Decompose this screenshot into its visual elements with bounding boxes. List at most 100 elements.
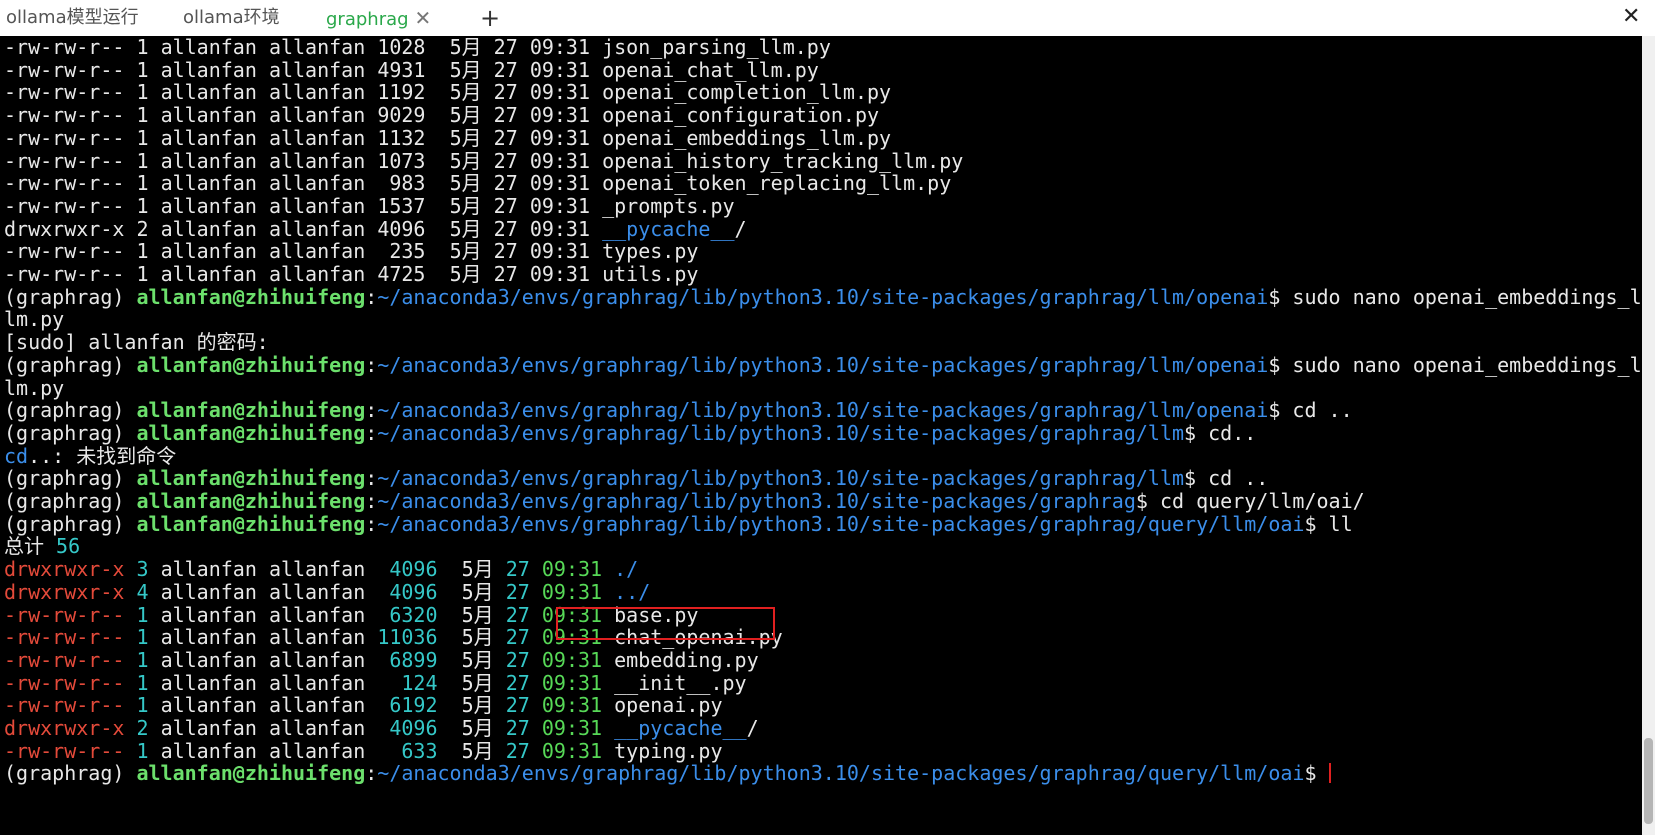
file-time: 09:31 (529, 103, 591, 128)
close-window-icon[interactable]: ✕ (1622, 0, 1640, 34)
file-permissions: -rw-rw-r-- (4, 193, 125, 218)
prompt-path: ~/anaconda3/envs/graphrag/lib/python3.10… (377, 420, 1185, 445)
error-command: cd (4, 443, 29, 468)
file-time: 09:31 (541, 579, 603, 604)
file-size: 1132 (377, 125, 426, 150)
list-item: -rw-rw-r-- 1 allanfan allanfan 124 5月 27… (4, 670, 747, 695)
file-size: 1073 (377, 148, 426, 173)
file-permissions: -rw-rw-r-- (4, 625, 125, 650)
list-item: -rw-rw-r-- 1 allanfan allanfan 4931 5月 2… (4, 57, 819, 82)
file-size: 4096 (377, 579, 438, 604)
file-group: allanfan (268, 579, 366, 604)
prompt-env: (graphrag) (4, 511, 137, 536)
file-name: typing.py (614, 738, 723, 763)
file-day: 27 (493, 216, 518, 241)
file-name: __init__.py (614, 670, 747, 695)
file-name: json_parsing_llm.py (602, 36, 831, 59)
sudo-prompt: [sudo] allanfan 的密码: (4, 331, 269, 354)
file-permissions: -rw-rw-r-- (4, 647, 125, 672)
prompt-colon: : (365, 761, 378, 786)
prompt-env: (graphrag) (4, 398, 137, 423)
file-group: allanfan (268, 557, 366, 582)
tab-ollama-run[interactable]: ollama模型运行 (6, 0, 139, 36)
file-owner: allanfan (160, 239, 257, 264)
file-day: 27 (493, 125, 518, 150)
list-item: -rw-rw-r-- 1 allanfan allanfan 9029 5月 2… (4, 104, 879, 127)
file-day: 27 (505, 716, 530, 740)
file-size: 4725 (377, 262, 426, 286)
file-day: 27 (493, 193, 518, 218)
scrollbar[interactable] (1642, 36, 1655, 835)
file-group: allanfan (268, 36, 366, 59)
file-size: 9029 (377, 103, 426, 128)
file-name: openai_configuration.py (602, 103, 880, 128)
file-month: 5月 (449, 239, 482, 264)
file-links: 1 (136, 80, 149, 105)
command-text: lm.py (4, 375, 65, 400)
command-line: (graphrag) allanfan@zhihuifeng:~/anacond… (4, 490, 1365, 513)
file-group: allanfan (268, 103, 366, 128)
file-day: 27 (505, 647, 530, 672)
total-label: 总计 (4, 534, 44, 559)
prompt-path: ~/anaconda3/envs/graphrag/lib/python3.10… (377, 352, 1269, 377)
list-item: -rw-rw-r-- 1 allanfan allanfan 1028 5月 2… (4, 36, 831, 59)
prompt-user: allanfan@zhihuifeng (136, 352, 366, 377)
file-time: 09:31 (529, 125, 591, 150)
list-item: -rw-rw-r-- 1 allanfan allanfan 1537 5月 2… (4, 193, 735, 218)
file-name: openai_completion_llm.py (602, 80, 892, 105)
file-owner: allanfan (160, 36, 257, 59)
file-links: 1 (136, 738, 149, 763)
file-links: 1 (136, 171, 149, 196)
file-name: ./ (614, 557, 639, 582)
command-text: ll (1316, 511, 1353, 536)
file-month: 5月 (461, 693, 494, 718)
tab-ollama-env[interactable]: ollama环境 (183, 0, 280, 36)
file-links: 1 (136, 670, 149, 695)
file-owner: allanfan (160, 125, 257, 150)
file-day: 27 (505, 738, 530, 763)
file-time: 09:31 (541, 738, 603, 763)
file-links: 3 (136, 557, 149, 582)
tab-graphrag[interactable]: graphrag ✕ (326, 0, 431, 36)
file-size: 1192 (377, 80, 426, 105)
highlight-box (556, 607, 775, 640)
file-owner: allanfan (160, 103, 257, 128)
file-permissions: drwxrwxr-x (4, 557, 125, 582)
prompt-path: ~/anaconda3/envs/graphrag/lib/python3.10… (377, 511, 1305, 536)
file-name: openai_embeddings_llm.py (602, 125, 892, 150)
prompt-dollar: $ (1135, 489, 1148, 513)
file-name: embedding.py (614, 647, 759, 672)
file-size: 6899 (377, 647, 438, 672)
file-permissions: -rw-rw-r-- (4, 262, 125, 286)
list-item: -rw-rw-r-- 1 allanfan allanfan 6899 5月 2… (4, 647, 759, 672)
text-cursor (1328, 763, 1331, 784)
file-group: allanfan (268, 670, 366, 695)
file-day: 27 (493, 171, 518, 196)
scrollbar-thumb[interactable] (1644, 738, 1653, 824)
prompt-colon: : (365, 352, 378, 377)
file-size: 1028 (377, 36, 426, 59)
file-month: 5月 (461, 716, 494, 740)
prompt-path: ~/anaconda3/envs/graphrag/lib/python3.10… (377, 398, 1269, 423)
file-time: 09:31 (529, 193, 591, 218)
terminal-output[interactable]: -rw-rw-r-- 1 allanfan allanfan 1028 5月 2… (0, 36, 1642, 835)
command-line: (graphrag) allanfan@zhihuifeng:~/anacond… (4, 285, 1642, 309)
file-month: 5月 (461, 602, 494, 627)
command-wrap: lm.py (4, 308, 64, 331)
file-time: 09:31 (529, 80, 591, 105)
file-links: 1 (136, 125, 149, 150)
prompt-dollar: $ (1184, 420, 1197, 445)
file-group: allanfan (268, 125, 366, 150)
prompt-env: (graphrag) (4, 761, 137, 786)
file-month: 5月 (449, 57, 482, 82)
file-owner: allanfan (160, 647, 257, 672)
new-tab-icon[interactable]: + (480, 0, 500, 36)
file-time: 09:31 (529, 239, 591, 264)
file-name: ../ (614, 579, 651, 604)
prompt-user: allanfan@zhihuifeng (136, 398, 366, 423)
file-owner: allanfan (160, 193, 257, 218)
file-group: allanfan (268, 80, 366, 105)
prompt-dollar: $ (1304, 761, 1317, 786)
close-tab-icon[interactable]: ✕ (415, 6, 432, 30)
file-owner: allanfan (160, 148, 257, 173)
